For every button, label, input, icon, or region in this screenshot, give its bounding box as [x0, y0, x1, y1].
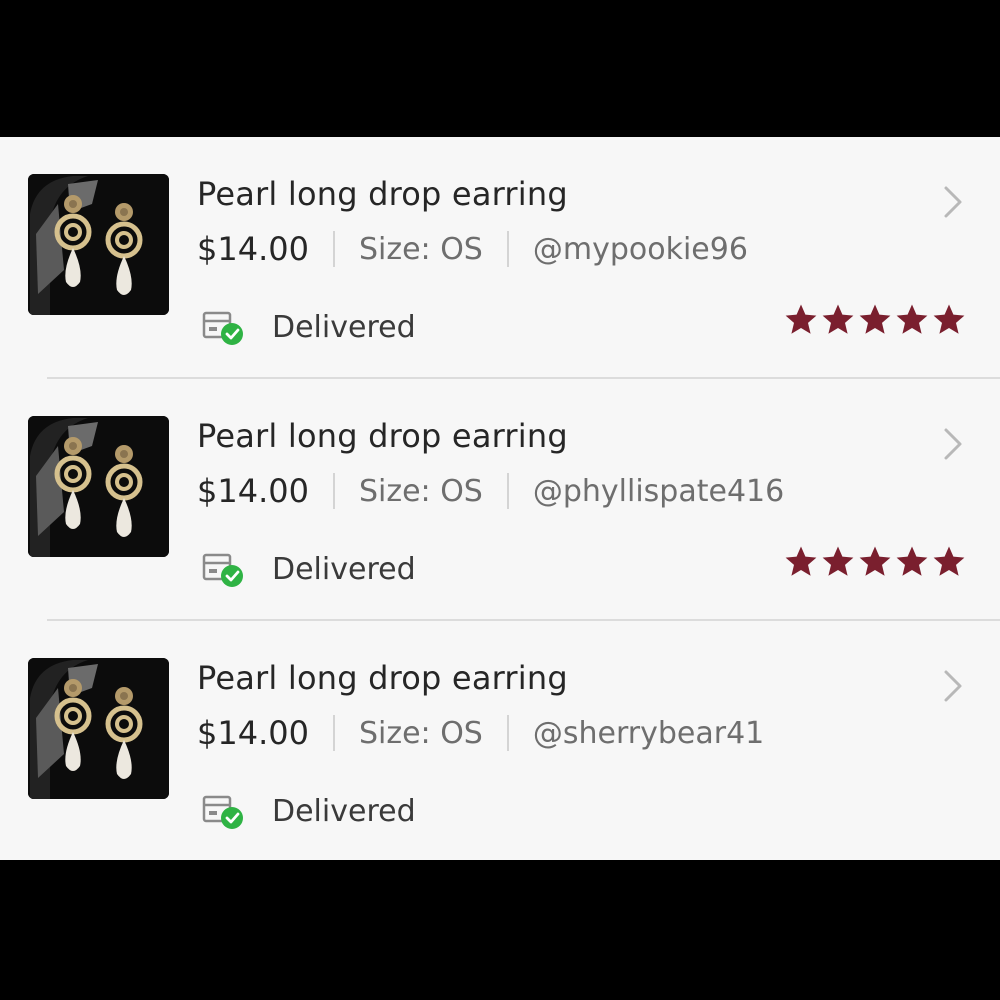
- star-icon: [896, 304, 928, 334]
- separator: [506, 473, 509, 509]
- star-icon: [896, 546, 928, 576]
- buyer-username[interactable]: @phyllispate416: [533, 474, 784, 509]
- order-meta: $14.00 Size: OS @sherrybear41: [197, 711, 764, 755]
- size-label: Size: OS: [358, 715, 483, 751]
- separator: [332, 473, 335, 509]
- rating-stars: [784, 543, 969, 581]
- buyer-username[interactable]: @mypookie96: [533, 232, 748, 267]
- star-icon: [785, 304, 817, 334]
- star-icon: [822, 546, 854, 576]
- order-list: Pearl long drop earring $14.00 Size: OS …: [0, 137, 1000, 860]
- chevron-right-icon[interactable]: [940, 185, 966, 219]
- product-title[interactable]: Pearl long drop earring: [197, 175, 568, 213]
- star-icon: [859, 304, 891, 334]
- separator: [506, 715, 509, 751]
- product-title[interactable]: Pearl long drop earring: [197, 659, 568, 697]
- star-icon: [933, 304, 965, 334]
- separator: [332, 231, 335, 267]
- size-label: Size: OS: [358, 473, 483, 509]
- star-icon: [933, 546, 965, 576]
- price: $14.00: [197, 714, 309, 752]
- status-text: Delivered: [272, 793, 416, 829]
- separator: [506, 231, 509, 267]
- status-text: Delivered: [272, 309, 416, 345]
- delivery-status: Delivered: [202, 547, 416, 591]
- size-label: Size: OS: [358, 231, 483, 267]
- chevron-right-icon[interactable]: [940, 427, 966, 461]
- product-title[interactable]: Pearl long drop earring: [197, 417, 568, 455]
- earring-thumbnail[interactable]: [28, 174, 169, 315]
- price: $14.00: [197, 230, 309, 268]
- rating-stars: [784, 301, 969, 339]
- order-row[interactable]: Pearl long drop earring $14.00 Size: OS …: [0, 379, 1000, 621]
- star-icon: [822, 304, 854, 334]
- buyer-username[interactable]: @sherrybear41: [533, 716, 764, 751]
- separator: [332, 715, 335, 751]
- star-icon: [785, 546, 817, 576]
- order-meta: $14.00 Size: OS @phyllispate416: [197, 469, 784, 513]
- chevron-right-icon[interactable]: [940, 669, 966, 703]
- delivery-status: Delivered: [202, 789, 416, 833]
- earring-thumbnail[interactable]: [28, 416, 169, 557]
- status-text: Delivered: [272, 551, 416, 587]
- order-row[interactable]: Pearl long drop earring $14.00 Size: OS …: [0, 137, 1000, 379]
- earring-thumbnail[interactable]: [28, 658, 169, 799]
- star-icon: [859, 546, 891, 576]
- price: $14.00: [197, 472, 309, 510]
- delivery-status: Delivered: [202, 305, 416, 349]
- screen: Pearl long drop earring $14.00 Size: OS …: [0, 0, 1000, 1000]
- package-delivered-icon: [202, 311, 243, 345]
- package-delivered-icon: [202, 795, 243, 829]
- package-delivered-icon: [202, 553, 243, 587]
- order-meta: $14.00 Size: OS @mypookie96: [197, 227, 748, 271]
- order-row[interactable]: Pearl long drop earring $14.00 Size: OS …: [0, 621, 1000, 863]
